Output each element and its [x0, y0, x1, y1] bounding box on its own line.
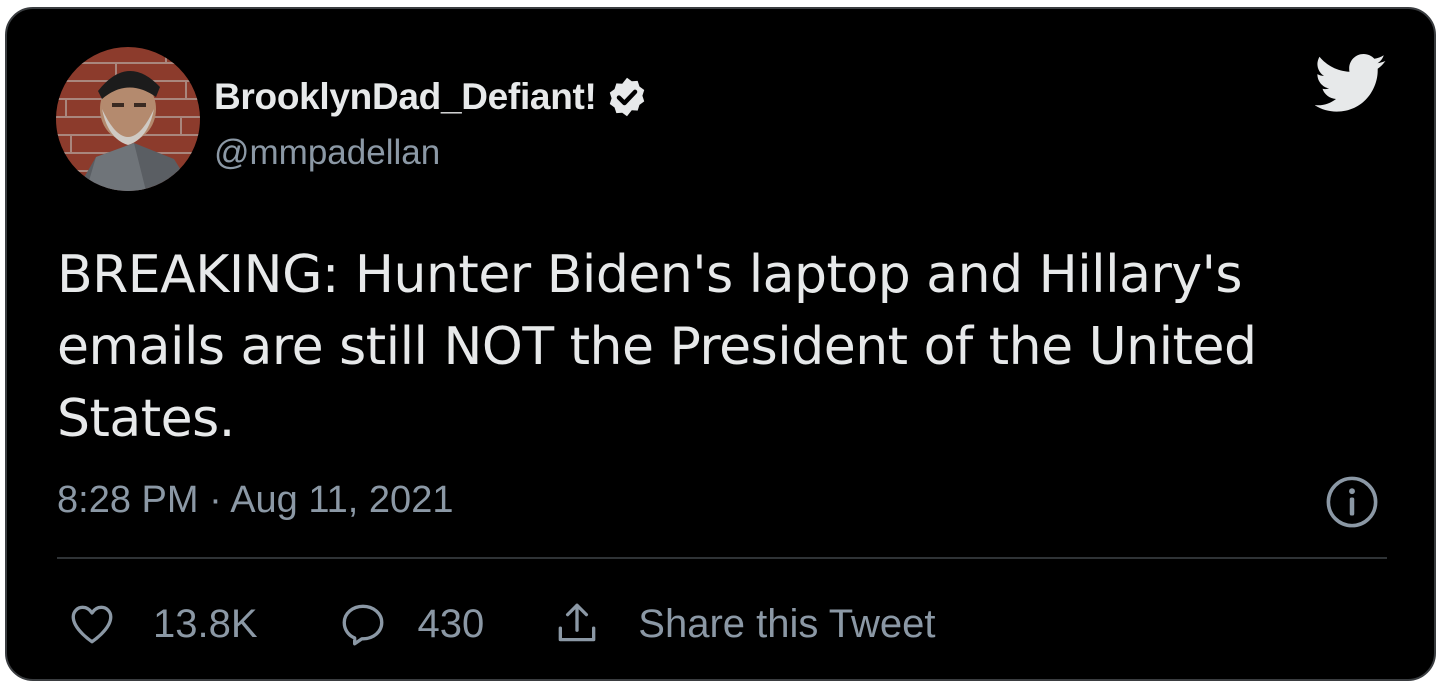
display-name[interactable]: BrooklynDad_Defiant!: [214, 76, 597, 118]
reply-count: 430: [417, 601, 485, 646]
share-upload-icon: [558, 603, 596, 642]
author-handle[interactable]: @mmpadellan: [214, 133, 440, 173]
twitter-bird-icon[interactable]: [1315, 53, 1387, 115]
like-count: 13.8K: [153, 601, 258, 646]
like-button[interactable]: 13.8K: [67, 599, 258, 649]
reply-button[interactable]: 430: [338, 599, 485, 649]
divider: [57, 557, 1387, 559]
tweet-timestamp[interactable]: 8:28 PM · Aug 11, 2021: [57, 479, 453, 522]
heart-icon: [71, 605, 113, 644]
avatar-image: [56, 47, 200, 191]
verified-badge-icon: [609, 77, 644, 117]
share-label: Share this Tweet: [638, 601, 936, 646]
info-icon[interactable]: [1325, 475, 1379, 529]
speech-bubble-icon: [342, 604, 383, 646]
author-name-row[interactable]: BrooklynDad_Defiant!: [214, 75, 649, 119]
tweet-card: BrooklynDad_Defiant! @mmpadellan BREAKIN…: [5, 7, 1436, 681]
action-bar: 13.8K 430 Share this Tweet: [67, 594, 936, 654]
share-button[interactable]: Share this Tweet: [552, 599, 936, 649]
avatar[interactable]: [56, 47, 200, 191]
tweet-text: BREAKING: Hunter Biden's laptop and Hill…: [57, 245, 1273, 449]
